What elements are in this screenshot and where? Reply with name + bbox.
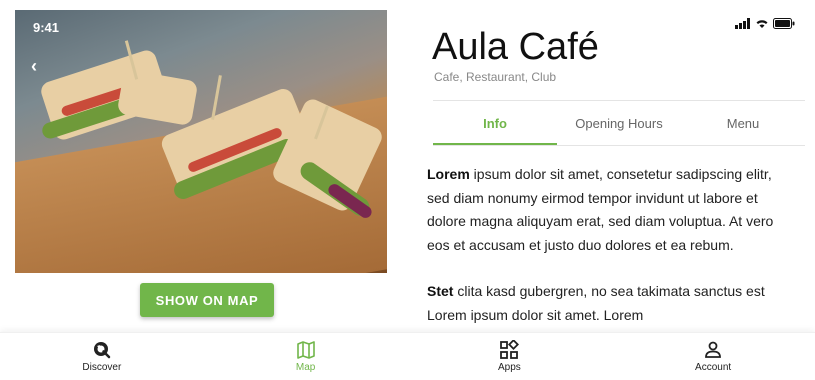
nav-discover[interactable]: Discover — [0, 333, 204, 380]
nav-label: Account — [695, 362, 732, 373]
map-icon — [296, 341, 315, 359]
app-frame: 9:41 ‹ SHOW ON MAP Aula Café Cafe, Resta… — [0, 0, 815, 380]
chevron-left-icon[interactable]: ‹ — [31, 56, 37, 77]
account-icon — [705, 341, 722, 358]
divider — [433, 145, 805, 146]
nav-label: Apps — [497, 362, 521, 373]
status-icons — [735, 18, 795, 29]
tab-opening-hours[interactable]: Opening Hours — [557, 101, 681, 145]
nav-label: Map — [295, 362, 316, 373]
nav-map[interactable]: Map — [204, 333, 408, 380]
discover-icon — [93, 342, 111, 359]
paragraph-lead: Lorem — [427, 166, 470, 182]
status-time: 9:41 — [33, 20, 60, 35]
nav-label: Discover — [82, 362, 122, 373]
venue-categories: Cafe, Restaurant, Club — [434, 70, 557, 84]
apps-icon — [500, 340, 520, 359]
nav-account[interactable]: Account — [611, 333, 815, 380]
nav-apps[interactable]: Apps — [408, 333, 612, 380]
paragraph-body: ipsum dolor sit amet, consetetur sadipsc… — [427, 166, 774, 253]
info-text: Lorem ipsum dolor sit amet, consetetur s… — [427, 163, 777, 350]
battery-icon — [773, 18, 795, 29]
paragraph-lead: Stet — [427, 283, 454, 299]
signal-icon — [735, 18, 750, 29]
wifi-icon — [756, 20, 768, 28]
paragraph: Stet clita kasd gubergren, no sea takima… — [427, 280, 777, 327]
bottom-navigation: Discover Map Apps Account — [0, 332, 815, 380]
show-on-map-button[interactable]: SHOW ON MAP — [140, 283, 274, 317]
tab-menu[interactable]: Menu — [681, 101, 805, 145]
tab-info[interactable]: Info — [433, 101, 557, 145]
paragraph-body: clita kasd gubergren, no sea takimata sa… — [427, 283, 765, 323]
hero-image — [15, 10, 387, 273]
paragraph: Lorem ipsum dolor sit amet, consetetur s… — [427, 163, 777, 257]
detail-tabs: Info Opening Hours Menu — [433, 101, 805, 145]
venue-title: Aula Café — [432, 26, 599, 68]
